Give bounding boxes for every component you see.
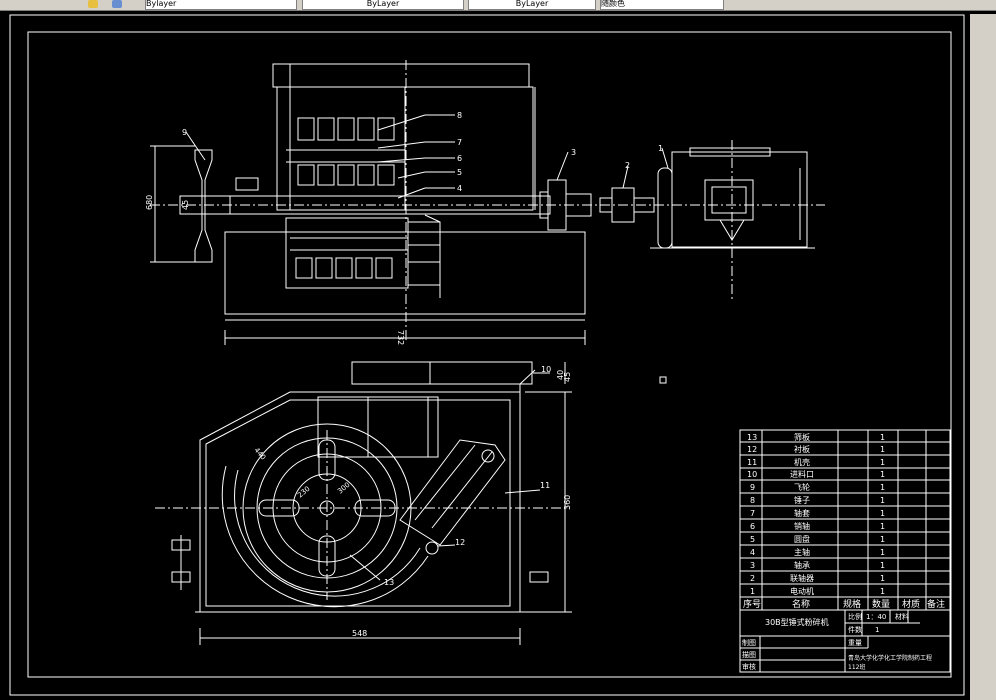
callout-7: 7: [457, 138, 462, 147]
dim-rotor-b: 230: [296, 485, 311, 500]
bom-table: [739, 429, 951, 611]
bom-qty-1: 1: [880, 587, 885, 596]
bom-header-spec: 规格: [843, 598, 861, 610]
bom-no-11: 11: [747, 458, 757, 467]
bom-qty-2: 1: [880, 574, 885, 583]
front-view: [155, 361, 572, 645]
bom-name-1: 电动机: [790, 586, 814, 596]
bom-name-13: 筛板: [794, 432, 810, 442]
cad-drawing-canvas[interactable]: 8 7 6 5 4 9 3 2 1 680 45 732 10 11 12 13…: [0, 0, 970, 700]
dim-small-b: 40: [556, 370, 565, 380]
top-view: [150, 60, 825, 345]
bom-qty-6: 1: [880, 522, 885, 531]
callout-9: 9: [182, 128, 187, 137]
bom-header-name: 名称: [792, 598, 810, 610]
dim-rotor-a: 440: [252, 446, 267, 461]
bom-qty-9: 1: [880, 483, 885, 492]
dim-overall-width: 548: [352, 629, 367, 638]
bom-no-3: 3: [750, 561, 755, 570]
class-name: 112班: [848, 663, 865, 671]
callout-6: 6: [457, 154, 462, 163]
bom-name-9: 飞轮: [794, 482, 810, 492]
bom-header-remark: 备注: [927, 598, 945, 610]
dim-top-width: 732: [396, 330, 405, 345]
bom-no-9: 9: [750, 483, 755, 492]
bom-qty-10: 1: [880, 470, 885, 479]
callout-13: 13: [384, 578, 394, 587]
bom-qty-12: 1: [880, 445, 885, 454]
callout-2: 2: [625, 161, 630, 170]
bom-no-6: 6: [750, 522, 755, 531]
checked-label: 审核: [742, 662, 756, 671]
callout-1: 1: [658, 144, 663, 153]
bom-no-4: 4: [750, 548, 755, 557]
callout-11: 11: [540, 481, 550, 490]
callout-8: 8: [457, 111, 462, 120]
bom-qty-5: 1: [880, 535, 885, 544]
bom-header-no: 序号: [743, 598, 761, 610]
bom-no-12: 12: [747, 445, 757, 454]
vertical-scrollbar[interactable]: [970, 14, 996, 700]
callout-12: 12: [455, 538, 465, 547]
bom-name-11: 机壳: [794, 457, 810, 467]
bom-qty-8: 1: [880, 496, 885, 505]
bom-name-7: 轴套: [794, 508, 810, 518]
dim-rotor-c: 300: [336, 481, 351, 496]
bom-no-1: 1: [750, 587, 755, 596]
bom-qty-3: 1: [880, 561, 885, 570]
dim-shaft: 45: [181, 200, 190, 210]
callout-3: 3: [571, 148, 576, 157]
callout-10: 10: [541, 365, 551, 374]
bom-qty-13: 1: [880, 433, 885, 442]
bom-name-5: 圆盘: [794, 534, 810, 544]
weight-label: 重量: [848, 639, 862, 647]
scale-label: 比例: [848, 612, 862, 621]
bom-no-5: 5: [750, 535, 755, 544]
bom-header-qty: 数量: [872, 598, 890, 610]
drawn-label: 制图: [742, 638, 756, 647]
bom-name-4: 主轴: [794, 547, 810, 557]
sheet-frame: [9, 14, 965, 696]
count-label: 件数: [848, 625, 862, 634]
dim-height: 360: [563, 495, 572, 510]
bom-name-3: 轴承: [794, 560, 810, 570]
bom-no-10: 10: [747, 470, 757, 479]
dim-flywheel: 680: [145, 195, 154, 210]
bom-name-2: 联轴器: [790, 573, 814, 583]
count-value: 1: [875, 626, 879, 634]
scale-value: 1：40: [866, 613, 886, 621]
drawn2-label: 描图: [742, 650, 756, 659]
material-label: 材料: [895, 612, 909, 621]
bom-qty-11: 1: [880, 458, 885, 467]
bom-no-8: 8: [750, 496, 755, 505]
bom-name-6: 销轴: [794, 521, 810, 531]
bom-no-7: 7: [750, 509, 755, 518]
bom-header-material: 材质: [902, 598, 920, 610]
cursor-pickbox: [659, 376, 667, 384]
drawing-title: 30B型锤式粉碎机: [765, 617, 829, 627]
bom-no-2: 2: [750, 574, 755, 583]
school-name: 青岛大学化学化工学院制药工程: [848, 654, 932, 662]
bom-name-8: 锤子: [794, 495, 810, 505]
bom-no-13: 13: [747, 433, 757, 442]
callout-4: 4: [457, 184, 462, 193]
bom-qty-4: 1: [880, 548, 885, 557]
bom-qty-7: 1: [880, 509, 885, 518]
bom-name-12: 衬板: [794, 444, 810, 454]
callout-5: 5: [457, 168, 462, 177]
bom-name-10: 进料口: [790, 469, 814, 479]
